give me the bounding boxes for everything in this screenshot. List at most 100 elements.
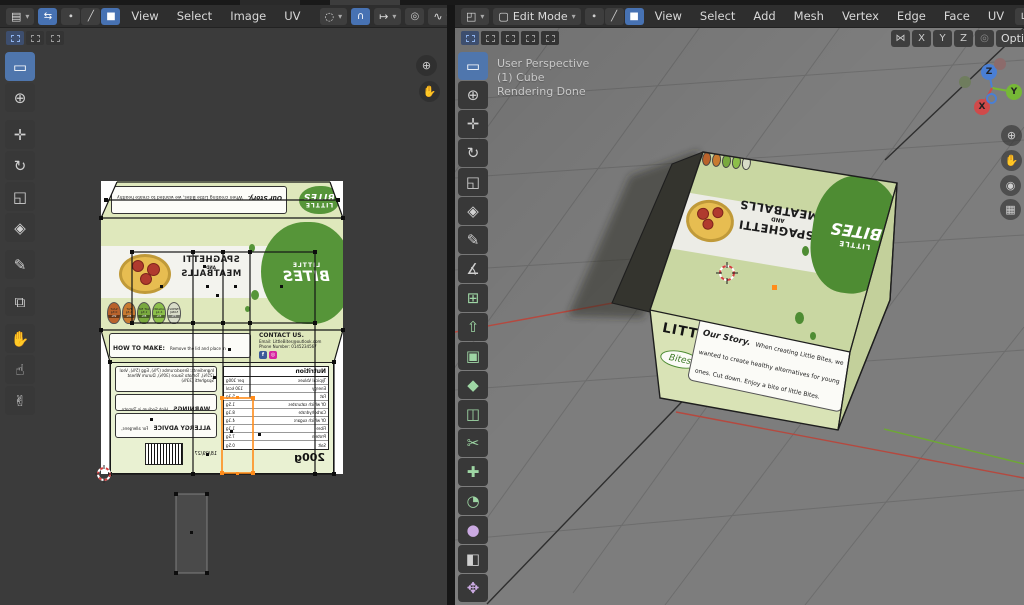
menu-select[interactable]: Select	[170, 7, 219, 25]
options-label: Options	[1001, 32, 1024, 45]
editor-type-dropdown[interactable]: ▤▾	[6, 8, 34, 25]
snap-toggle[interactable]: ∩	[351, 8, 370, 25]
tool-rip-region[interactable]: ⧉	[5, 287, 35, 316]
falloff-dropdown[interactable]: ∿▾	[428, 8, 447, 25]
zoom-widget[interactable]: ⊕	[416, 55, 437, 76]
gizmo-neg-x-axis[interactable]	[994, 58, 1006, 70]
front-panel: LITTLE BITES SPAGHETTI AND MEATBALLS	[101, 218, 343, 330]
select-mode-face[interactable]: ■	[625, 8, 644, 25]
snap-settings-dropdown[interactable]: ↦▾	[374, 8, 401, 25]
nutrition-row-label: Of which sugars	[294, 418, 326, 423]
tool-extrude-region[interactable]: ⇧	[458, 313, 488, 341]
proportional-editing-toggle[interactable]: ◎	[405, 8, 424, 25]
tool-knife[interactable]: ✂	[458, 429, 488, 457]
select-mode-invert[interactable]	[521, 31, 539, 45]
tool-poly-build[interactable]: ✚	[458, 458, 488, 486]
select-mode-vertex[interactable]: ∙	[61, 8, 80, 25]
pan-widget[interactable]: ✋	[419, 81, 440, 102]
transform-orientation-dropdown[interactable]: ∟Global▾	[1015, 8, 1024, 25]
menu-image[interactable]: Image	[223, 7, 273, 25]
select-mode-edge[interactable]: ╱	[81, 8, 100, 25]
select-mode-new[interactable]	[6, 31, 24, 45]
menu-face[interactable]: Face	[937, 7, 977, 25]
product-title: SPAGHETTI AND MEATBALLS	[179, 256, 243, 280]
tool-cursor[interactable]: ⊕	[458, 81, 488, 109]
mode-dropdown[interactable]: ▢Edit Mode▾	[493, 8, 580, 25]
tool-rotate[interactable]: ↻	[458, 139, 488, 167]
select-mode-intersect[interactable]	[541, 31, 559, 45]
mirror-z-toggle[interactable]: Z	[954, 30, 973, 47]
tool-select-box[interactable]: ▭	[458, 52, 488, 80]
tool-annotate[interactable]: ✎	[5, 250, 35, 279]
tool-move[interactable]: ✛	[5, 120, 35, 149]
tool-pinch[interactable]: ✌	[5, 386, 35, 415]
ingredients-text: Ingredients: Breadcrumbs (7%), Egg (5%),…	[120, 368, 214, 383]
select-mode-subtract[interactable]	[501, 31, 519, 45]
gizmo-neg-y-axis[interactable]	[959, 76, 971, 88]
viewport-tool-options-row	[461, 31, 559, 45]
camera-view-widget[interactable]: ◉	[1000, 175, 1021, 196]
select-mode-subtract[interactable]	[46, 31, 64, 45]
menu-view[interactable]: View	[648, 7, 689, 25]
mirror-x-toggle[interactable]: X	[912, 30, 931, 47]
story-text: When creating Little Bites, we wanted to…	[694, 341, 844, 400]
tool-smooth[interactable]: ●	[458, 516, 488, 544]
magnify-icon: ⊕	[422, 59, 431, 72]
editor-divider[interactable]	[447, 5, 455, 605]
select-mode-vertex[interactable]: ∙	[585, 8, 604, 25]
tool-edge-slide[interactable]: ◧	[458, 545, 488, 573]
tool-grab[interactable]: ✋	[5, 324, 35, 353]
mirror-icon-button[interactable]: ⋈	[891, 30, 910, 47]
gizmo-y-axis[interactable]: Y	[1006, 84, 1022, 100]
pivot-point-dropdown[interactable]: ◌▾	[320, 8, 348, 25]
tl-pct: 7%	[168, 315, 180, 319]
tool-inset-faces[interactable]: ▣	[458, 342, 488, 370]
tool-annotate[interactable]: ✎	[458, 226, 488, 254]
tool-loop-cut[interactable]: ◫	[458, 400, 488, 428]
snap-base-button[interactable]: ◎	[975, 30, 994, 47]
uv-sync-selection-toggle[interactable]: ⇆	[38, 8, 57, 25]
tool-relax[interactable]: ☝	[5, 355, 35, 384]
menu-uv[interactable]: UV	[277, 7, 307, 25]
menu-view[interactable]: View	[124, 7, 165, 25]
tool-bevel[interactable]: ◆	[458, 371, 488, 399]
editor-type-dropdown[interactable]: ◰▾	[461, 8, 489, 25]
tool-add-cube[interactable]: ⊞	[458, 284, 488, 312]
viewport-header: ◰▾ ▢Edit Mode▾ ∙ ╱ ■ View Select Add Mes…	[455, 5, 1024, 28]
tool-shrink-fatten[interactable]: ✥	[458, 574, 488, 602]
tool-move[interactable]: ✛	[458, 110, 488, 138]
tool-scale[interactable]: ◱	[5, 182, 35, 211]
tool-rotate[interactable]: ↻	[5, 151, 35, 180]
tool-transform[interactable]: ◈	[458, 197, 488, 225]
select-mode-extend[interactable]	[481, 31, 499, 45]
meatball	[702, 218, 715, 231]
toolbar-gap	[5, 281, 35, 285]
tool-tweak[interactable]: ▭	[5, 52, 35, 81]
menu-vertex[interactable]: Vertex	[835, 7, 886, 25]
perspective-toggle-widget[interactable]: ▦	[1000, 199, 1021, 220]
menu-uv[interactable]: UV	[981, 7, 1011, 25]
select-mode-extend[interactable]	[26, 31, 44, 45]
tool-scale[interactable]: ◱	[458, 168, 488, 196]
select-mode-edge[interactable]: ╱	[605, 8, 624, 25]
menu-select[interactable]: Select	[693, 7, 742, 25]
tool-transform[interactable]: ◈	[5, 213, 35, 242]
tool-cursor[interactable]: ⊕	[5, 83, 35, 112]
packaging-texture[interactable]: LITTLE BITES Our Story. When creating Li…	[101, 181, 343, 474]
select-mode-new[interactable]	[461, 31, 479, 45]
pan-widget[interactable]: ✋	[1001, 150, 1022, 171]
select-mode-face[interactable]: ■	[101, 8, 120, 25]
mirror-y-toggle[interactable]: Y	[933, 30, 952, 47]
box-extend-icon	[31, 35, 40, 42]
menu-mesh[interactable]: Mesh	[787, 7, 831, 25]
menu-edge[interactable]: Edge	[890, 7, 933, 25]
tool-spin[interactable]: ◔	[458, 487, 488, 515]
nutrition-row-label: Protein	[312, 434, 326, 439]
nutrition-row-label: Fibre	[316, 426, 326, 431]
zoom-widget[interactable]: ⊕	[1001, 125, 1022, 146]
gizmo-neg-z-axis[interactable]	[986, 93, 997, 104]
menu-add[interactable]: Add	[746, 7, 782, 25]
box-new-icon	[11, 35, 20, 42]
options-dropdown[interactable]: Options▾	[996, 30, 1024, 47]
tool-measure[interactable]: ∡	[458, 255, 488, 283]
